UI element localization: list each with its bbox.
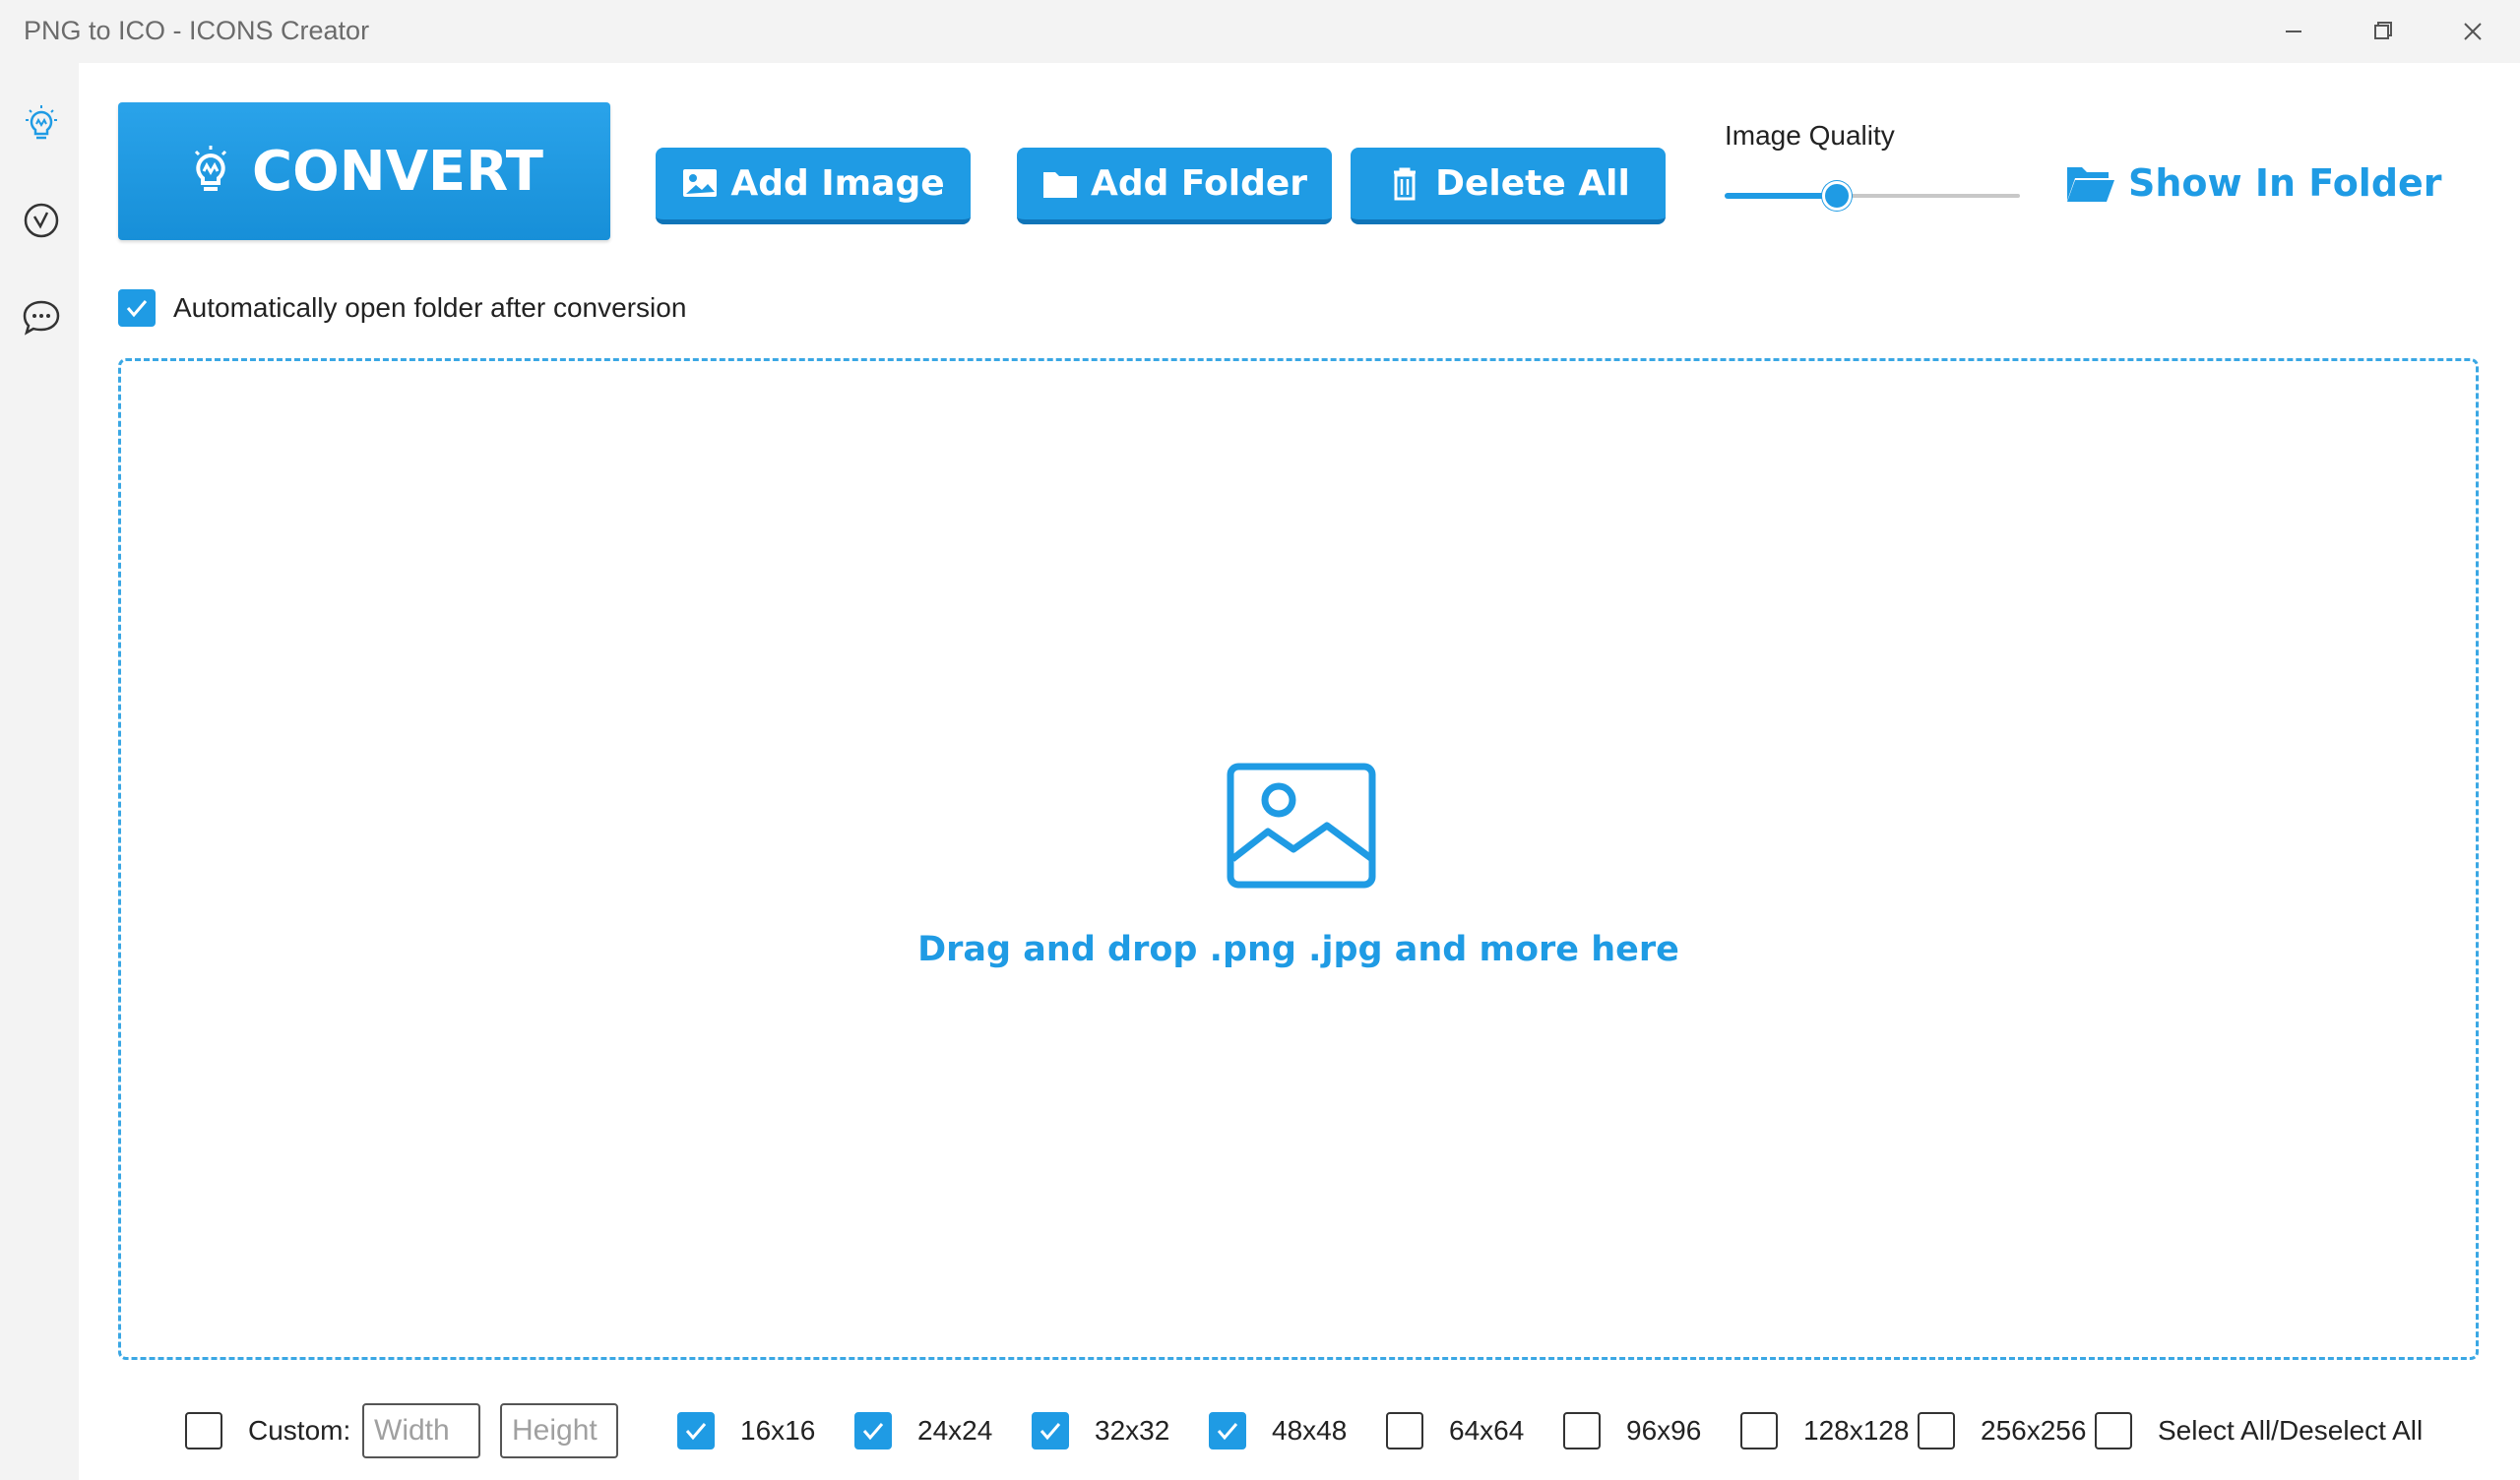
- custom-size-checkbox[interactable]: [185, 1412, 222, 1449]
- select-all-label: Select All/Deselect All: [2158, 1415, 2424, 1446]
- size-label: 64x64: [1449, 1415, 1525, 1446]
- checkmark-icon: [126, 300, 148, 318]
- size-label: 24x24: [917, 1415, 993, 1446]
- drop-zone[interactable]: Drag and drop .png .jpg and more here: [118, 358, 2479, 1360]
- size-label: 256x256: [1981, 1415, 2087, 1446]
- show-in-folder-button[interactable]: Show In Folder: [2065, 155, 2442, 211]
- custom-size-option[interactable]: Custom:: [185, 1412, 350, 1449]
- convert-label: CONVERT: [252, 139, 543, 204]
- auto-open-label: Automatically open folder after conversi…: [173, 292, 687, 323]
- image-icon: [683, 168, 718, 197]
- window-title: PNG to ICO - ICONS Creator: [24, 16, 370, 45]
- lightbulb-icon: [194, 146, 227, 191]
- size-checkbox[interactable]: [1386, 1412, 1423, 1449]
- sidebar-item-feedback[interactable]: [20, 295, 63, 339]
- sidebar: [0, 63, 79, 1480]
- checkmark-icon: [1040, 1423, 1061, 1441]
- size-option-32x32[interactable]: 32x32: [1032, 1412, 1169, 1449]
- delete-all-label: Delete All: [1435, 163, 1630, 204]
- size-checkbox[interactable]: [1918, 1412, 1955, 1449]
- add-image-button[interactable]: Add Image: [656, 148, 971, 224]
- image-quality-label: Image Quality: [1725, 120, 1895, 151]
- size-label: 16x16: [740, 1415, 816, 1446]
- convert-button[interactable]: CONVERT: [118, 102, 610, 240]
- minimize-button[interactable]: [2264, 12, 2323, 51]
- size-option-24x24[interactable]: 24x24: [854, 1412, 992, 1449]
- restore-button[interactable]: [2353, 12, 2412, 51]
- restore-icon: [2374, 22, 2392, 39]
- size-checkbox[interactable]: [854, 1412, 892, 1449]
- chat-bubble-icon: [23, 300, 60, 336]
- size-checkbox[interactable]: [677, 1412, 715, 1449]
- size-option-48x48[interactable]: 48x48: [1209, 1412, 1347, 1449]
- sidebar-item-check[interactable]: [20, 199, 63, 242]
- size-option-16x16[interactable]: 16x16: [677, 1412, 815, 1449]
- select-all-option[interactable]: Select All/Deselect All: [2095, 1412, 2423, 1449]
- add-image-label: Add Image: [730, 163, 945, 204]
- image-icon: [1227, 763, 1376, 889]
- size-checkbox[interactable]: [1740, 1412, 1778, 1449]
- trash-icon: [1394, 167, 1417, 200]
- height-field[interactable]: [500, 1403, 618, 1458]
- checkmark-icon: [862, 1423, 884, 1441]
- open-folder-icon: [2067, 167, 2114, 202]
- minimize-icon: [2286, 31, 2301, 32]
- size-option-64x64[interactable]: 64x64: [1386, 1412, 1524, 1449]
- size-option-96x96[interactable]: 96x96: [1563, 1412, 1701, 1449]
- check-circle-icon: [24, 203, 59, 238]
- size-label: 128x128: [1803, 1415, 1910, 1446]
- checkmark-icon: [685, 1423, 707, 1441]
- close-button[interactable]: [2443, 12, 2502, 51]
- size-options: Custom: 16x16 24x24 32x32 48x48 64x64 96x96 12…: [185, 1403, 2459, 1458]
- size-checkbox[interactable]: [1563, 1412, 1601, 1449]
- slider-thumb[interactable]: [1822, 181, 1852, 211]
- add-folder-button[interactable]: Add Folder: [1017, 148, 1332, 224]
- close-icon: [2464, 23, 2482, 40]
- lightbulb-icon: [26, 105, 57, 140]
- sidebar-item-convert[interactable]: [20, 102, 63, 146]
- size-option-256x256[interactable]: 256x256: [1918, 1412, 2086, 1449]
- auto-open-option[interactable]: Automatically open folder after conversi…: [118, 289, 686, 327]
- folder-icon: [1042, 171, 1077, 198]
- add-folder-label: Add Folder: [1090, 163, 1308, 204]
- size-label: 48x48: [1272, 1415, 1348, 1446]
- delete-all-button[interactable]: Delete All: [1351, 148, 1666, 224]
- width-field[interactable]: [362, 1403, 480, 1458]
- size-label: 96x96: [1626, 1415, 1702, 1446]
- drop-zone-text: Drag and drop .png .jpg and more here: [917, 930, 1679, 969]
- checkmark-icon: [1217, 1423, 1238, 1441]
- size-checkbox[interactable]: [1209, 1412, 1246, 1449]
- custom-size-label: Custom:: [248, 1415, 351, 1446]
- size-option-128x128[interactable]: 128x128: [1740, 1412, 1909, 1449]
- select-all-checkbox[interactable]: [2095, 1412, 2132, 1449]
- size-checkbox[interactable]: [1032, 1412, 1069, 1449]
- auto-open-checkbox[interactable]: [118, 289, 156, 327]
- show-in-folder-label: Show In Folder: [2128, 161, 2442, 205]
- image-quality-slider[interactable]: [1725, 181, 2020, 211]
- title-bar: PNG to ICO - ICONS Creator: [0, 0, 2520, 63]
- size-label: 32x32: [1095, 1415, 1170, 1446]
